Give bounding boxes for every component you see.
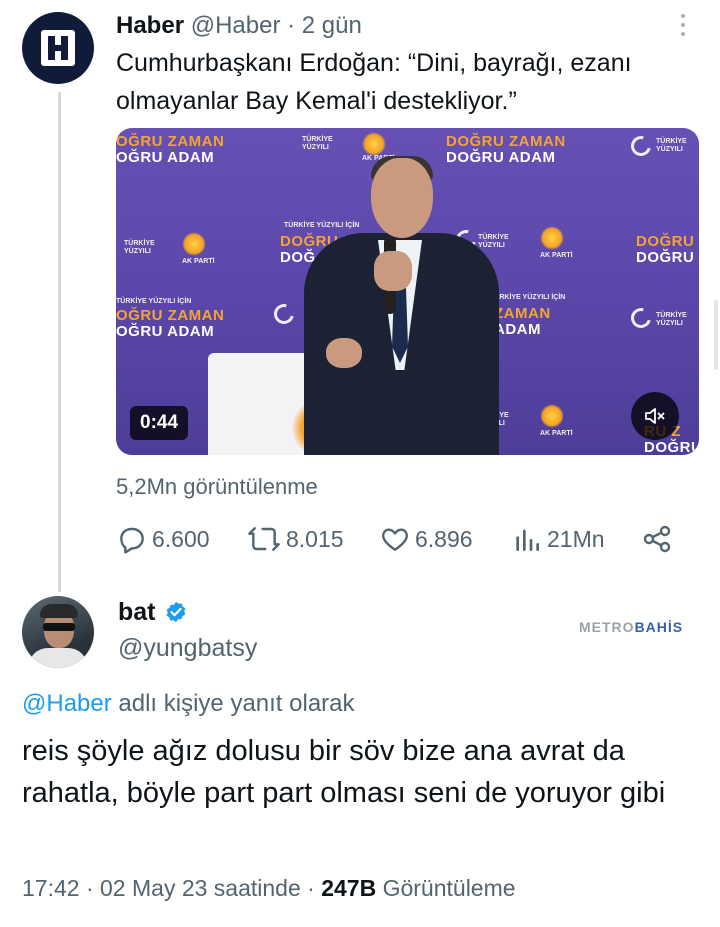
retweet-icon <box>248 527 280 551</box>
reply-mention-link[interactable]: @Haber <box>22 690 112 717</box>
retweet-count: 8.015 <box>286 525 344 552</box>
author-name[interactable]: Haber <box>116 12 184 39</box>
tweet-text: Cumhurbaşkanı Erdoğan: “Dini, bayrağı, e… <box>116 49 632 115</box>
author-handle[interactable]: @Haber <box>191 12 281 39</box>
backdrop-text: DOĞRU Z DOĞRU <box>636 233 699 266</box>
bat-avatar[interactable] <box>22 596 94 668</box>
ak-party-logo-icon <box>540 404 564 428</box>
reply-date[interactable]: 02 May 23 saatinde <box>100 875 301 901</box>
reply-icon <box>120 527 144 554</box>
backdrop-banner: TÜRKİYE YÜZYILI İÇİN <box>284 222 360 229</box>
ak-party-logo-icon <box>362 132 386 156</box>
scrollbar[interactable] <box>714 300 718 370</box>
tweet-actions: 6.600 8.015 6.896 21Mn <box>116 520 696 558</box>
reply-author-name[interactable]: bat <box>118 596 156 628</box>
ak-label: AK PARTİ <box>182 258 215 265</box>
ak-label: AK PARTİ <box>540 430 573 437</box>
backdrop-logo: TÜRKİYEYÜZYILI <box>656 312 687 327</box>
backdrop-logo: TÜRKİYEYÜZYILI <box>656 138 687 153</box>
video-duration: 0:44 <box>130 406 189 440</box>
ak-label: AK PARTİ <box>540 252 573 259</box>
verified-badge-icon <box>166 601 185 623</box>
reply-meta: 17:42 · 02 May 23 saatinde · 247B Görünt… <box>22 875 516 901</box>
reply-view-label: Görüntüleme <box>376 875 516 901</box>
reply-view-count: 247B <box>321 875 377 901</box>
speaker-hand <box>374 251 412 291</box>
speaker-head <box>371 158 433 238</box>
crescent-icon <box>270 300 298 328</box>
reply-to-label: adlı kişiye yanıt olarak <box>111 690 355 717</box>
like-button[interactable]: 6.896 <box>379 520 473 558</box>
like-icon <box>382 528 408 551</box>
thread-line <box>58 92 61 592</box>
backdrop-banner: TÜRKİYE YÜZYILI İÇİN <box>116 298 192 305</box>
backdrop-logo: TÜRKİYEYÜZYILI <box>124 240 155 255</box>
tweet-time[interactable]: 2 gün <box>302 12 362 39</box>
backdrop-logo: TÜRKİYEYÜZYILI <box>302 136 333 151</box>
ak-party-logo-icon <box>182 232 206 256</box>
time-separator: · <box>280 12 302 39</box>
watermark: METROBAHİS <box>579 619 684 635</box>
ak-party-logo-icon <box>540 226 564 250</box>
backdrop-text: ZAMAN ADAM <box>494 305 551 338</box>
more-icon[interactable] <box>678 14 688 36</box>
share-icon <box>643 525 671 553</box>
views-count: 21Mn <box>547 525 605 552</box>
haber-logo-icon <box>41 30 75 66</box>
like-count: 6.896 <box>415 525 473 552</box>
haber-avatar[interactable] <box>22 12 94 84</box>
crescent-icon <box>627 304 655 332</box>
backdrop-text: OĞRU ZAMAN OĞRU ADAM <box>116 133 225 166</box>
backdrop-logo: TÜRKİYEYÜZYILI <box>478 234 509 249</box>
mute-icon[interactable] <box>631 392 679 440</box>
reply-author[interactable]: bat <box>118 596 188 628</box>
crescent-icon <box>627 132 655 160</box>
backdrop-text: OĞRU ZAMAN OĞRU ADAM <box>116 307 225 340</box>
reply-text: reis şöyle ağız dolusu bir söv bize ana … <box>22 735 666 809</box>
replying-to: @Haber adlı kişiye yanıt olarak <box>22 688 355 720</box>
reply-button[interactable]: 6.600 <box>116 520 210 558</box>
retweet-button[interactable]: 8.015 <box>246 520 344 558</box>
views-button[interactable]: 21Mn <box>511 520 605 558</box>
tweet-view-count: 5,2Mn görüntülenme <box>116 474 318 499</box>
reply-author-handle[interactable]: @yungbatsy <box>118 632 257 664</box>
reply-count: 6.600 <box>152 525 210 552</box>
share-button[interactable] <box>641 520 677 558</box>
backdrop-banner: TÜRKİYE YÜZYILI İÇİN <box>490 294 566 301</box>
backdrop-text: DOĞRU ZAMAN DOĞRU ADAM <box>446 133 566 166</box>
video-player[interactable]: OĞRU ZAMAN OĞRU ADAM TÜRKİYE YÜZYILI AK P… <box>116 128 699 455</box>
reply-time[interactable]: 17:42 <box>22 875 80 901</box>
speaker-hand <box>326 338 362 368</box>
tweet-header: Haber @Haber · 2 gün <box>116 10 362 42</box>
views-icon <box>516 529 539 551</box>
